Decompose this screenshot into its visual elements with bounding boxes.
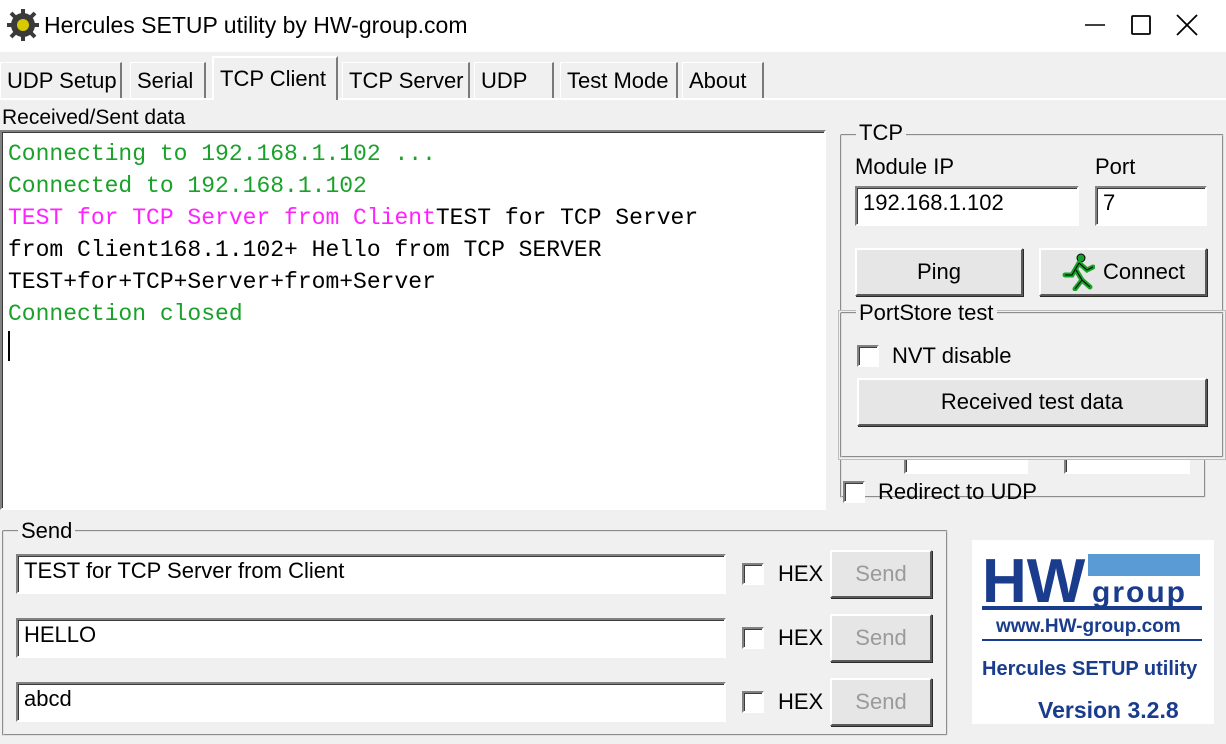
logo-group-text: group — [1092, 576, 1187, 609]
hw-group-logo: HW group www.HW-group.com Hercules SETUP… — [972, 540, 1214, 724]
log-segment: TEST for TCP Server — [435, 205, 699, 231]
hex-label: HEX — [778, 689, 824, 714]
log-line: TEST+for+TCP+Server+from+Server — [8, 266, 818, 298]
redirect-to-udp-label: Redirect to UDP — [878, 479, 1037, 504]
ping-button[interactable]: Ping — [855, 248, 1023, 296]
nvt-disable-label: NVT disable — [892, 343, 1012, 368]
received-data-textarea[interactable]: Connecting to 192.168.1.102 ... Connecte… — [0, 130, 826, 510]
hex-checkbox-2[interactable] — [742, 627, 764, 649]
hex-label: HEX — [778, 561, 824, 586]
log-line: Connection closed — [8, 298, 818, 330]
logo-hw-text: HW — [982, 547, 1086, 616]
send-button-2[interactable]: Send — [830, 614, 932, 662]
log-segment: Connecting to 192.168.1.102 ... — [8, 141, 436, 167]
log-segment: TEST+for+TCP+Server+from+Server — [8, 269, 436, 295]
send-input-1[interactable]: TEST for TCP Server from Client — [16, 554, 726, 594]
ping-button-label: Ping — [916, 259, 962, 284]
nvt-disable-checkbox[interactable] — [857, 345, 879, 367]
send-input-2[interactable]: HELLO — [16, 618, 726, 658]
close-icon — [1176, 14, 1198, 36]
tab-label: UDP — [481, 67, 528, 93]
log-line: Connected to 192.168.1.102 — [8, 170, 818, 202]
send-button-label: Send — [855, 689, 907, 714]
connect-button-label: Connect — [1103, 259, 1185, 284]
text-caret — [8, 330, 10, 361]
text-caret-line — [8, 330, 818, 362]
tab-label: UDP Setup — [7, 67, 117, 93]
tab-label: About — [689, 67, 747, 93]
send-button-3[interactable]: Send — [830, 678, 932, 726]
module-ip-input[interactable]: 192.168.1.102 — [855, 186, 1079, 226]
maximize-icon — [1131, 15, 1151, 35]
portstore-group-label: PortStore test — [856, 300, 997, 326]
tab-label: TCP Server — [349, 67, 464, 93]
redirect-to-udp-checkbox[interactable] — [843, 481, 865, 503]
tab-tcp-server[interactable]: TCP Server — [342, 62, 470, 98]
connect-button[interactable]: Connect — [1039, 248, 1207, 296]
hex-checkbox-3[interactable] — [742, 691, 764, 713]
tab-udp[interactable]: UDP — [474, 62, 554, 98]
maximize-button[interactable] — [1118, 0, 1164, 50]
log-segment: TEST for TCP Server from Client — [8, 205, 436, 231]
port-input[interactable]: 7 — [1095, 186, 1207, 226]
log-line: from Client168.1.102+ Hello from TCP SER… — [8, 234, 818, 266]
log-line: Connecting to 192.168.1.102 ... — [8, 138, 818, 170]
send-input-3[interactable]: abcd — [16, 682, 726, 722]
tab-label: Serial — [137, 67, 194, 93]
tab-label: Test Mode — [567, 67, 669, 93]
close-button[interactable] — [1164, 0, 1210, 50]
hex-label: HEX — [778, 625, 824, 650]
port-label: Port — [1095, 154, 1136, 179]
send-button-label: Send — [855, 561, 907, 586]
received-test-data-label: Received test data — [940, 389, 1124, 414]
send-button-label: Send — [855, 625, 907, 650]
send-button-1[interactable]: Send — [830, 550, 932, 598]
tab-label: TCP Client — [220, 66, 326, 91]
received-test-data-button[interactable]: Received test data — [857, 378, 1207, 426]
app-icon — [6, 8, 40, 42]
tab-serial[interactable]: Serial — [130, 62, 206, 98]
hw-group-logo-graphic: HW group www.HW-group.com Hercules SETUP… — [982, 547, 1202, 723]
logo-version-text: Version 3.2.8 — [1038, 697, 1179, 723]
minimize-icon — [1085, 24, 1105, 26]
tab-divider — [0, 98, 1226, 100]
received-data-label: Received/Sent data — [2, 106, 186, 129]
logo-product-text: Hercules SETUP utility — [982, 658, 1198, 680]
log-segment: Connected to 192.168.1.102 — [8, 173, 367, 199]
log-line: TEST for TCP Server from ClientTEST for … — [8, 202, 818, 234]
log-segment: from Client168.1.102+ Hello from TCP SER… — [8, 237, 602, 263]
send-group-label: Send — [18, 518, 76, 544]
minimize-button[interactable] — [1072, 0, 1118, 50]
module-ip-label: Module IP — [855, 154, 955, 179]
tcp-group-label: TCP — [856, 120, 906, 146]
hex-checkbox-1[interactable] — [742, 563, 764, 585]
tab-tcp-client[interactable]: TCP Client — [212, 56, 338, 100]
tab-udp-setup[interactable]: UDP Setup — [0, 62, 122, 98]
running-man-icon — [1062, 253, 1096, 291]
logo-url-text: www.HW-group.com — [995, 616, 1181, 637]
tab-test-mode[interactable]: Test Mode — [560, 62, 678, 98]
log-segment: Connection closed — [8, 301, 243, 327]
tab-about[interactable]: About — [682, 62, 764, 98]
window-title: Hercules SETUP utility by HW-group.com — [44, 12, 468, 38]
